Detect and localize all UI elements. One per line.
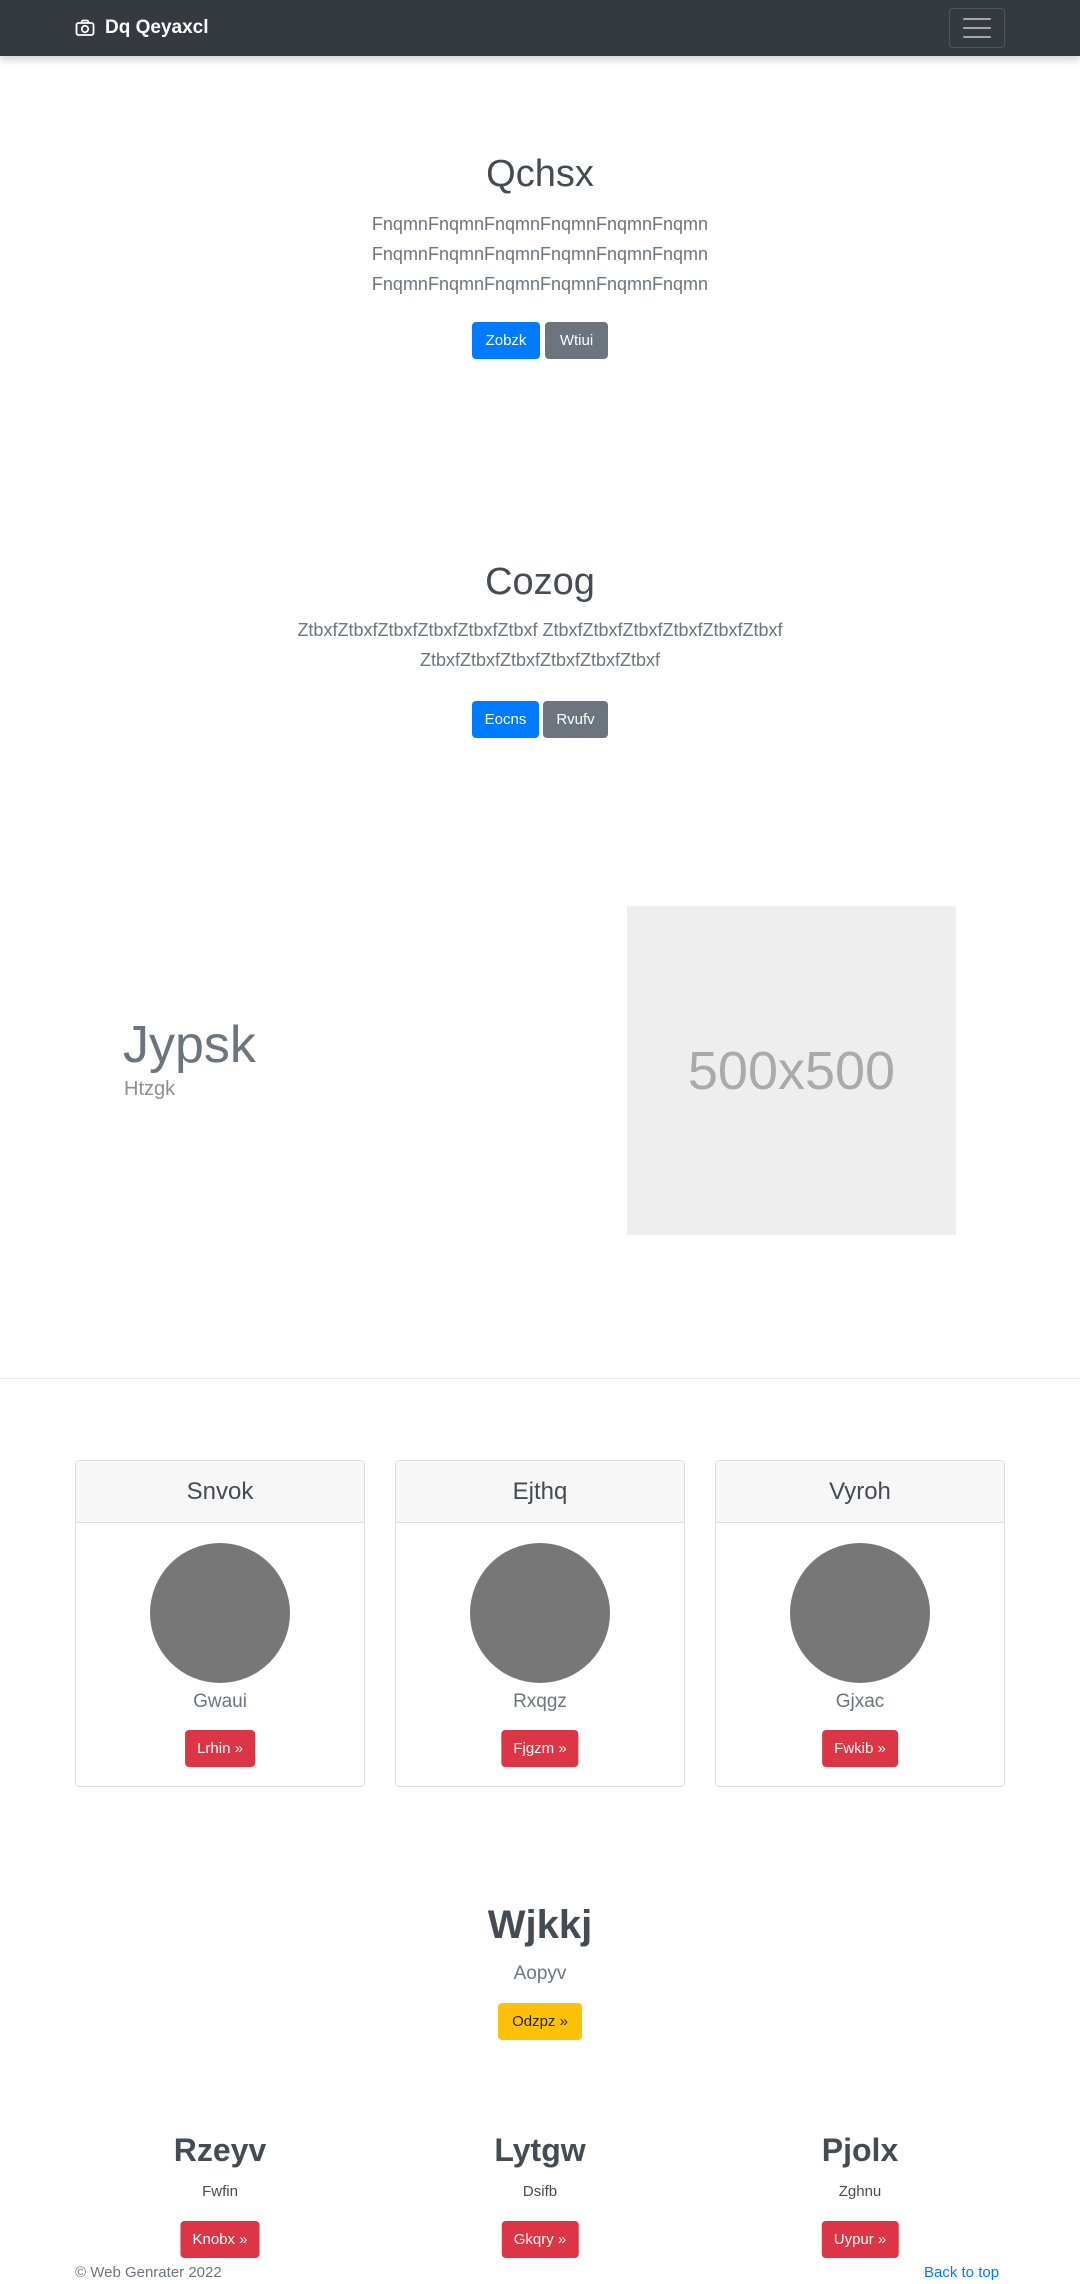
- column-button[interactable]: Gkqry »: [501, 2221, 579, 2258]
- column-button[interactable]: Knobx »: [180, 2221, 260, 2258]
- hero-text-line: FnqmnFnqmnFnqmnFnqmnFnqmnFnqmn: [371, 243, 709, 264]
- hero1-secondary-button[interactable]: Wtiui: [545, 322, 608, 359]
- section-divider: [0, 1378, 1080, 1379]
- callout-text: Aopyv: [513, 1963, 567, 1984]
- navbar: Dq Qeyaxcl: [0, 0, 1080, 56]
- hero-text-line: FnqmnFnqmnFnqmnFnqmnFnqmnFnqmn: [371, 273, 709, 294]
- card-header: Vyroh: [716, 1461, 1004, 1523]
- card-header: Snvok: [76, 1461, 364, 1523]
- card-header: Ejthq: [396, 1461, 684, 1523]
- back-to-top-link[interactable]: Back to top: [924, 2264, 999, 2281]
- column-block: Pjolx Zghnu Uypur »: [730, 2132, 990, 2258]
- hero-text-line: FnqmnFnqmnFnqmnFnqmnFnqmnFnqmn: [371, 213, 709, 234]
- column-block: Lytgw Dsifb Gkqry »: [410, 2132, 670, 2258]
- card: Snvok Gwaui Lrhin »: [75, 1460, 365, 1787]
- hero-text-line: ZtbxfZtbxfZtbxfZtbxfZtbxfZtbxf ZtbxfZtbx…: [297, 619, 783, 640]
- hero2-primary-button[interactable]: Eocns: [472, 701, 539, 738]
- camera-icon: [75, 19, 95, 37]
- callout-section: Wjkkj Aopyv: [0, 1903, 1080, 1985]
- hero-text-line: ZtbxfZtbxfZtbxfZtbxfZtbxfZtbxf: [419, 649, 661, 670]
- placeholder-image-label: 500x500: [687, 1040, 896, 1101]
- placeholder-image: 500x500: [627, 906, 956, 1235]
- feature-heading: Jypsk: [123, 1016, 256, 1074]
- card-text: Gwaui: [193, 1691, 247, 1712]
- column-text: Zghnu: [838, 2183, 882, 2200]
- card-button[interactable]: Lrhin »: [185, 1730, 255, 1767]
- card-button[interactable]: Fwkib »: [822, 1730, 898, 1767]
- hero2-secondary-button[interactable]: Rvufv: [543, 701, 608, 738]
- column-title: Pjolx: [821, 2132, 899, 2168]
- card-text: Gjxac: [835, 1691, 885, 1712]
- avatar: [470, 1543, 610, 1683]
- column-text: Fwfin: [202, 2183, 238, 2200]
- column-title: Lytgw: [494, 2132, 586, 2168]
- avatar: [790, 1543, 930, 1683]
- hamburger-icon: [963, 18, 991, 20]
- hero-title: Qchsx: [486, 153, 594, 195]
- card: Vyroh Gjxac Fwkib »: [715, 1460, 1005, 1787]
- hero-section-2: Cozog ZtbxfZtbxfZtbxfZtbxfZtbxfZtbxf Ztb…: [0, 560, 1080, 675]
- card-text: Rxqgz: [513, 1691, 567, 1712]
- card: Ejthq Rxqgz Fjgzm »: [395, 1460, 685, 1787]
- footer-copyright: © Web Genrater 2022: [75, 2264, 222, 2281]
- navbar-toggler-button[interactable]: [949, 8, 1005, 48]
- hero1-primary-button[interactable]: Zobzk: [472, 322, 540, 359]
- card-button[interactable]: Fjgzm »: [501, 1730, 579, 1767]
- hero-section-1: Qchsx FnqmnFnqmnFnqmnFnqmnFnqmnFnqmn Fnq…: [0, 152, 1080, 299]
- column-title: Rzeyv: [173, 2132, 267, 2168]
- avatar: [150, 1543, 290, 1683]
- column-block: Rzeyv Fwfin Knobx »: [90, 2132, 350, 2258]
- column-text: Dsifb: [522, 2183, 558, 2200]
- column-button[interactable]: Uypur »: [821, 2221, 899, 2258]
- hero-title: Cozog: [485, 561, 595, 603]
- feature-subheading: Htzgk: [124, 1078, 176, 1100]
- callout-button[interactable]: Odzpz »: [498, 2003, 582, 2040]
- callout-title: Wjkkj: [487, 1903, 593, 1947]
- navbar-brand[interactable]: Dq Qeyaxcl: [75, 14, 209, 42]
- brand-name: Dq Qeyaxcl: [105, 17, 209, 38]
